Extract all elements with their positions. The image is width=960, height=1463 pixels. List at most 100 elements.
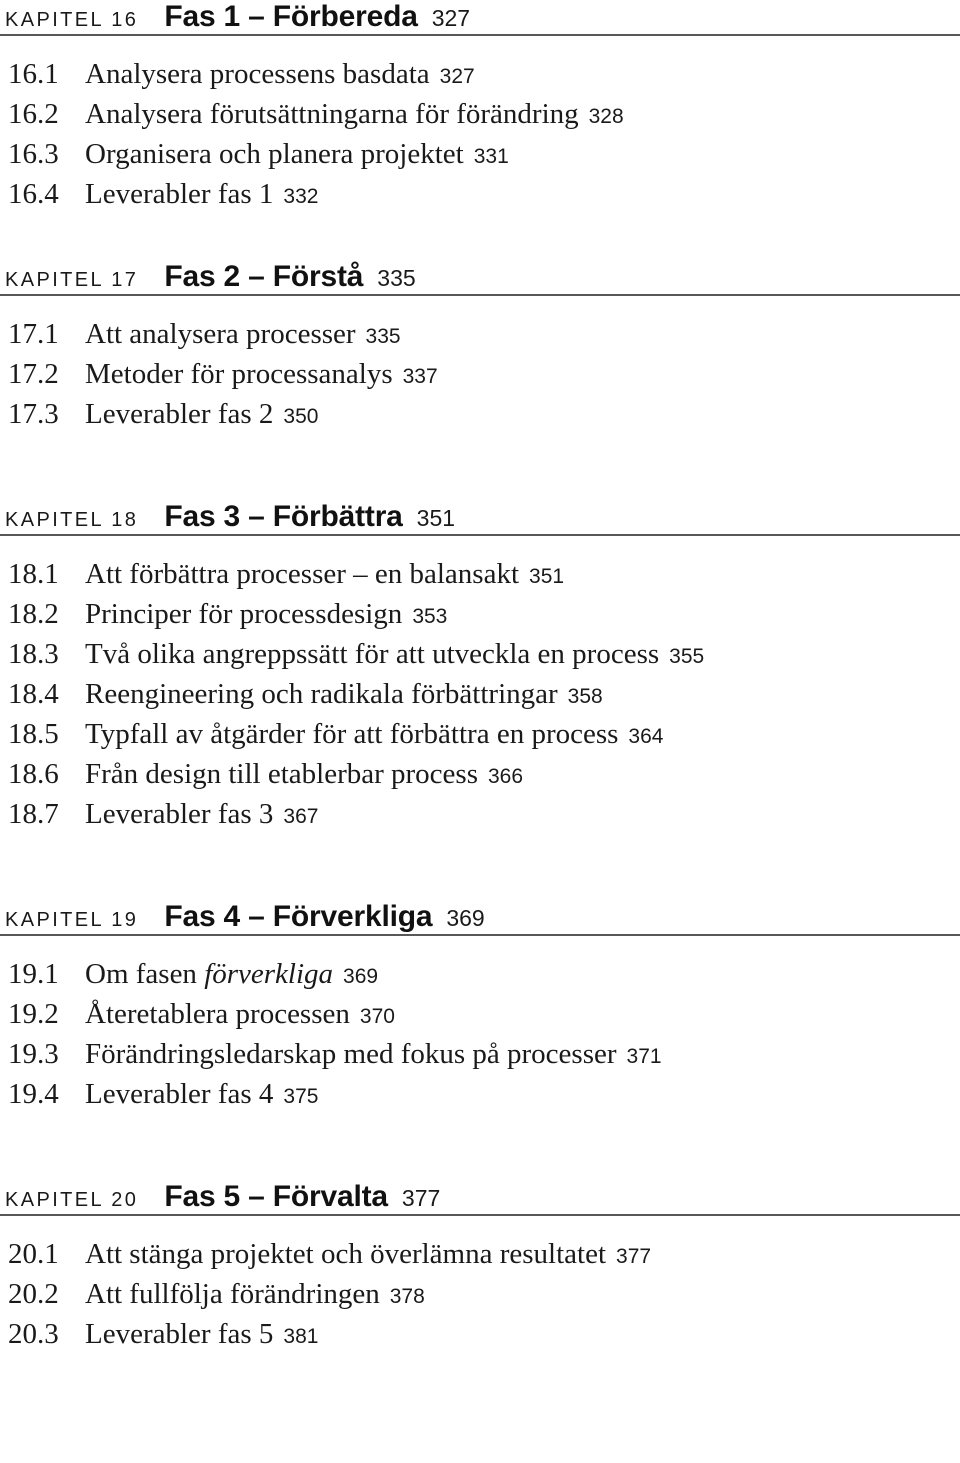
toc-entry[interactable]: 18.6 Från design till etablerbar process…: [0, 758, 960, 798]
toc-entry[interactable]: 20.2 Att fullfölja förändringen 378: [0, 1278, 960, 1318]
chapter-page-number: 351: [416, 505, 456, 531]
entry-page-number: 350: [283, 405, 319, 428]
entry-title: Organisera och planera projektet: [85, 138, 464, 170]
chapter-heading-19: KAPITEL 19 Fas 4 – Förverkliga 369: [0, 900, 960, 934]
entry-number: 16.1: [8, 58, 59, 90]
chapter-title[interactable]: Fas 1 – Förbereda: [164, 0, 418, 34]
toc-entry[interactable]: 16.3 Organisera och planera projektet 33…: [0, 138, 960, 178]
chapter-heading-20: KAPITEL 20 Fas 5 – Förvalta 377: [0, 1180, 960, 1214]
entry-page-number: 358: [567, 685, 603, 708]
chapter-title[interactable]: Fas 5 – Förvalta: [164, 1180, 388, 1214]
entry-list-16: 16.1 Analysera processens basdata 327 16…: [0, 58, 960, 218]
entry-title: Analysera förutsättningarna för förändri…: [85, 98, 579, 130]
entry-list-17: 17.1 Att analysera processer 335 17.2 Me…: [0, 318, 960, 438]
entry-number: 16.4: [8, 178, 59, 210]
toc-entry[interactable]: 18.5 Typfall av åtgärder för att förbätt…: [0, 718, 960, 758]
entry-page-number: 351: [529, 565, 565, 588]
entry-page-number: 375: [283, 1085, 319, 1108]
chapter-kapitel-label: KAPITEL 18: [5, 509, 139, 531]
entry-list-20: 20.1 Att stänga projektet och överlämna …: [0, 1238, 960, 1358]
entry-number: 18.4: [8, 678, 59, 710]
entry-title: Att stänga projektet och överlämna resul…: [85, 1238, 607, 1270]
entry-title: Principer för processdesign: [85, 598, 403, 630]
toc-entry[interactable]: 17.3 Leverabler fas 2 350: [0, 398, 960, 438]
entry-title: Från design till etablerbar process: [85, 758, 478, 790]
toc-entry[interactable]: 18.3 Två olika angreppssätt för att utve…: [0, 638, 960, 678]
chapter-heading-17: KAPITEL 17 Fas 2 – Förstå 335: [0, 260, 960, 294]
chapter-heading-18: KAPITEL 18 Fas 3 – Förbättra 351: [0, 500, 960, 534]
entry-number: 17.3: [8, 398, 59, 430]
entry-number: 19.2: [8, 998, 59, 1030]
entry-title: Att analysera processer: [85, 318, 356, 350]
entry-title: Leverabler fas 4: [85, 1078, 274, 1110]
toc-entry[interactable]: 19.1 Om fasen förverkliga 369: [0, 958, 960, 998]
toc-entry[interactable]: 17.1 Att analysera processer 335: [0, 318, 960, 358]
chapter-block-16: KAPITEL 16 Fas 1 – Förbereda 327 16.1 An…: [0, 0, 960, 218]
toc-entry[interactable]: 16.2 Analysera förutsättningarna för för…: [0, 98, 960, 138]
toc-entry[interactable]: 18.2 Principer för processdesign 353: [0, 598, 960, 638]
entry-title: Leverabler fas 1: [85, 178, 274, 210]
entry-number: 18.2: [8, 598, 59, 630]
entry-number: 18.1: [8, 558, 59, 590]
toc-entry[interactable]: 18.4 Reengineering och radikala förbättr…: [0, 678, 960, 718]
entry-title: Förändringsledarskap med fokus på proces…: [85, 1038, 617, 1070]
entry-title: Leverabler fas 2: [85, 398, 274, 430]
entry-page-number: 369: [343, 965, 379, 988]
entry-page-number: 371: [626, 1045, 662, 1068]
entry-number: 19.1: [8, 958, 59, 990]
chapter-kapitel-label: KAPITEL 20: [5, 1189, 139, 1211]
entry-page-number: 370: [359, 1005, 395, 1028]
toc-entry[interactable]: 19.2 Återetablera processen 370: [0, 998, 960, 1038]
toc-entry[interactable]: 19.3 Förändringsledarskap med fokus på p…: [0, 1038, 960, 1078]
toc-entry[interactable]: 19.4 Leverabler fas 4 375: [0, 1078, 960, 1118]
chapter-title[interactable]: Fas 3 – Förbättra: [164, 500, 403, 534]
toc-entry[interactable]: 16.4 Leverabler fas 1 332: [0, 178, 960, 218]
entry-number: 20.1: [8, 1238, 59, 1270]
entry-page-number: 364: [628, 725, 664, 748]
entry-page-number: 327: [439, 65, 475, 88]
entry-number: 20.2: [8, 1278, 59, 1310]
chapter-block-20: KAPITEL 20 Fas 5 – Förvalta 377 20.1 Att…: [0, 1180, 960, 1358]
entry-list-19: 19.1 Om fasen förverkliga 369 19.2 Återe…: [0, 958, 960, 1118]
chapter-block-19: KAPITEL 19 Fas 4 – Förverkliga 369 19.1 …: [0, 900, 960, 1118]
chapter-title[interactable]: Fas 4 – Förverkliga: [164, 900, 432, 934]
chapter-page-number: 369: [446, 905, 485, 931]
chapter-title[interactable]: Fas 2 – Förstå: [164, 260, 363, 294]
chapter-page-number: 377: [401, 1185, 441, 1211]
chapter-kapitel-label: KAPITEL 19: [5, 909, 139, 931]
entry-title: Reengineering och radikala förbättringar: [85, 678, 558, 710]
chapter-page-number: 335: [377, 265, 416, 291]
entry-number: 18.3: [8, 638, 59, 670]
toc-entry[interactable]: 18.1 Att förbättra processer – en balans…: [0, 558, 960, 598]
chapter-kapitel-label: KAPITEL 17: [5, 269, 139, 291]
entry-page-number: 381: [283, 1325, 319, 1348]
toc-entry[interactable]: 16.1 Analysera processens basdata 327: [0, 58, 960, 98]
entry-page-number: 337: [402, 365, 438, 388]
toc-entry[interactable]: 17.2 Metoder för processanalys 337: [0, 358, 960, 398]
entry-title: Metoder för processanalys: [85, 358, 393, 390]
chapter-heading-16: KAPITEL 16 Fas 1 – Förbereda 327: [0, 0, 960, 34]
entry-number: 18.5: [8, 718, 59, 750]
chapter-page-number: 327: [431, 5, 471, 31]
toc-entry[interactable]: 20.1 Att stänga projektet och överlämna …: [0, 1238, 960, 1278]
entry-number: 19.3: [8, 1038, 59, 1070]
entry-title: Leverabler fas 5: [85, 1318, 274, 1350]
entry-title-pre: Om fasen: [85, 958, 205, 990]
entry-page-number: 335: [365, 325, 401, 348]
entry-page-number: 367: [283, 805, 319, 828]
entry-number: 19.4: [8, 1078, 59, 1110]
entry-title: Återetablera processen: [85, 998, 350, 1030]
entry-page-number: 378: [389, 1285, 425, 1308]
entry-number: 16.3: [8, 138, 59, 170]
entry-page-number: 332: [283, 185, 319, 208]
entry-list-18: 18.1 Att förbättra processer – en balans…: [0, 558, 960, 838]
toc-page: KAPITEL 16 Fas 1 – Förbereda 327 16.1 An…: [0, 0, 960, 1463]
chapter-block-18: KAPITEL 18 Fas 3 – Förbättra 351 18.1 At…: [0, 500, 960, 838]
toc-entry[interactable]: 20.3 Leverabler fas 5 381: [0, 1318, 960, 1358]
toc-entry[interactable]: 18.7 Leverabler fas 3 367: [0, 798, 960, 838]
